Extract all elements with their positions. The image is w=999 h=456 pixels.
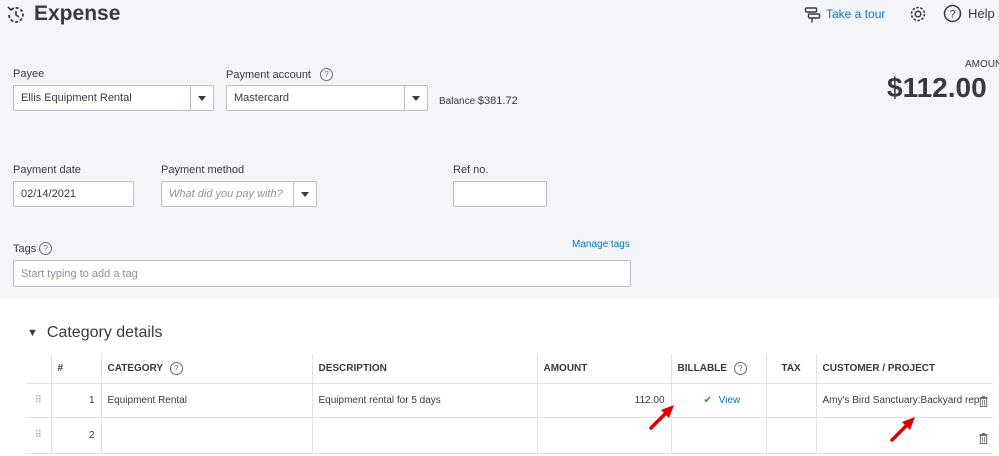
help-circle-icon[interactable]: ? bbox=[733, 361, 747, 375]
description-cell[interactable]: Equipment rental for 5 days bbox=[311, 382, 538, 418]
tags-label-wrap: Tags ? bbox=[13, 242, 53, 255]
description-cell[interactable] bbox=[311, 416, 538, 454]
red-arrow-icon bbox=[649, 405, 674, 430]
category-column-header: CATEGORY ? bbox=[100, 354, 313, 384]
payee-select[interactable]: Ellis Equipment Rental bbox=[13, 85, 214, 111]
description-column-header: DESCRIPTION bbox=[311, 354, 538, 384]
payment-method-select[interactable]: What did you pay with? bbox=[161, 181, 317, 207]
category-cell[interactable] bbox=[100, 416, 313, 454]
help-label: Help bbox=[968, 6, 995, 21]
amount-total: $112.00 bbox=[887, 72, 987, 103]
help-circle-icon[interactable]: ? bbox=[169, 361, 183, 375]
customer-column-header: CUSTOMER / PROJECT bbox=[815, 354, 993, 384]
tags-placeholder: Start typing to add a tag bbox=[21, 268, 138, 280]
category-header-label: CATEGORY bbox=[107, 362, 163, 374]
drag-handle-icon[interactable]: ⠿ bbox=[26, 416, 52, 454]
chevron-down-icon[interactable] bbox=[404, 86, 427, 110]
chevron-down-icon[interactable] bbox=[190, 86, 213, 110]
billable-header-label: BILLABLE bbox=[677, 362, 727, 374]
payment-account-value: Mastercard bbox=[234, 92, 290, 104]
payment-method-placeholder: What did you pay with? bbox=[169, 188, 283, 200]
billable-column-header: BILLABLE ? bbox=[670, 354, 767, 384]
billable-view-link[interactable]: View bbox=[719, 395, 741, 406]
chevron-down-icon[interactable] bbox=[293, 182, 316, 206]
row-number: 2 bbox=[50, 416, 102, 454]
help-circle-icon[interactable]: ? bbox=[39, 242, 53, 255]
tax-column-header: TAX bbox=[765, 354, 817, 384]
page-title: Expense bbox=[34, 2, 121, 25]
help-circle-icon[interactable]: ? bbox=[320, 68, 333, 81]
table-row[interactable]: ⠿ 1 Equipment Rental Equipment rental fo… bbox=[26, 382, 993, 418]
ref-no-label: Ref no. bbox=[453, 164, 489, 176]
customer-cell[interactable]: Amy's Bird Sanctuary:Backyard rep bbox=[815, 382, 993, 418]
svg-text:?: ? bbox=[949, 9, 955, 21]
gear-icon[interactable] bbox=[908, 4, 928, 24]
help-button[interactable]: ? Help bbox=[943, 4, 995, 23]
payment-account-label: Payment account bbox=[226, 68, 311, 81]
trash-icon[interactable] bbox=[979, 396, 988, 407]
tax-cell[interactable] bbox=[765, 416, 817, 454]
amount-label: AMOUNT bbox=[965, 59, 999, 70]
balance-value: $381.72 bbox=[477, 95, 518, 107]
take-tour-link[interactable]: Take a tour bbox=[804, 4, 885, 24]
billable-cell[interactable]: ✔ View bbox=[670, 382, 767, 418]
payment-account-label-wrap: Payment account ? bbox=[226, 68, 333, 81]
manage-tags-link[interactable]: Manage tags bbox=[572, 239, 630, 250]
billable-cell[interactable] bbox=[670, 416, 767, 454]
amount-column-header: AMOUNT bbox=[536, 354, 672, 384]
table-row[interactable]: ⠿ 2 bbox=[26, 416, 993, 454]
row-number: 1 bbox=[50, 382, 102, 418]
take-tour-label: Take a tour bbox=[826, 7, 886, 21]
balance: Balance $381.72 bbox=[439, 95, 518, 107]
payment-date-field[interactable]: 02/14/2021 bbox=[13, 181, 134, 207]
payment-date-value: 02/14/2021 bbox=[21, 188, 77, 200]
ref-no-field[interactable] bbox=[453, 181, 547, 207]
payment-method-label: Payment method bbox=[161, 164, 245, 176]
category-details-toggle[interactable]: ▼ Category details bbox=[27, 324, 163, 342]
expense-form-header-area bbox=[0, 0, 999, 298]
tour-signpost-icon bbox=[804, 6, 821, 22]
num-column-header: # bbox=[50, 354, 102, 384]
tags-label: Tags bbox=[13, 242, 37, 255]
tags-input[interactable]: Start typing to add a tag bbox=[13, 260, 631, 287]
category-table: # CATEGORY ? DESCRIPTION AMOUNT BILLABLE… bbox=[26, 354, 993, 454]
drag-column-header bbox=[26, 354, 52, 384]
help-circle-icon: ? bbox=[943, 4, 962, 23]
payment-account-select[interactable]: Mastercard bbox=[226, 85, 428, 111]
checkmark-icon: ✔ bbox=[703, 394, 712, 406]
category-details-title: Category details bbox=[46, 324, 163, 341]
tax-cell[interactable] bbox=[765, 382, 817, 418]
payee-value: Ellis Equipment Rental bbox=[21, 92, 132, 104]
payment-date-label: Payment date bbox=[13, 164, 81, 176]
drag-handle-icon[interactable]: ⠿ bbox=[26, 382, 52, 418]
payee-label: Payee bbox=[13, 68, 45, 80]
history-icon[interactable] bbox=[5, 4, 27, 26]
table-header-row: # CATEGORY ? DESCRIPTION AMOUNT BILLABLE… bbox=[26, 354, 993, 384]
collapse-triangle-icon: ▼ bbox=[27, 327, 38, 339]
category-cell[interactable]: Equipment Rental bbox=[100, 382, 313, 418]
balance-label: Balance bbox=[439, 96, 476, 107]
trash-icon[interactable] bbox=[979, 433, 988, 444]
red-arrow-icon bbox=[890, 417, 915, 442]
